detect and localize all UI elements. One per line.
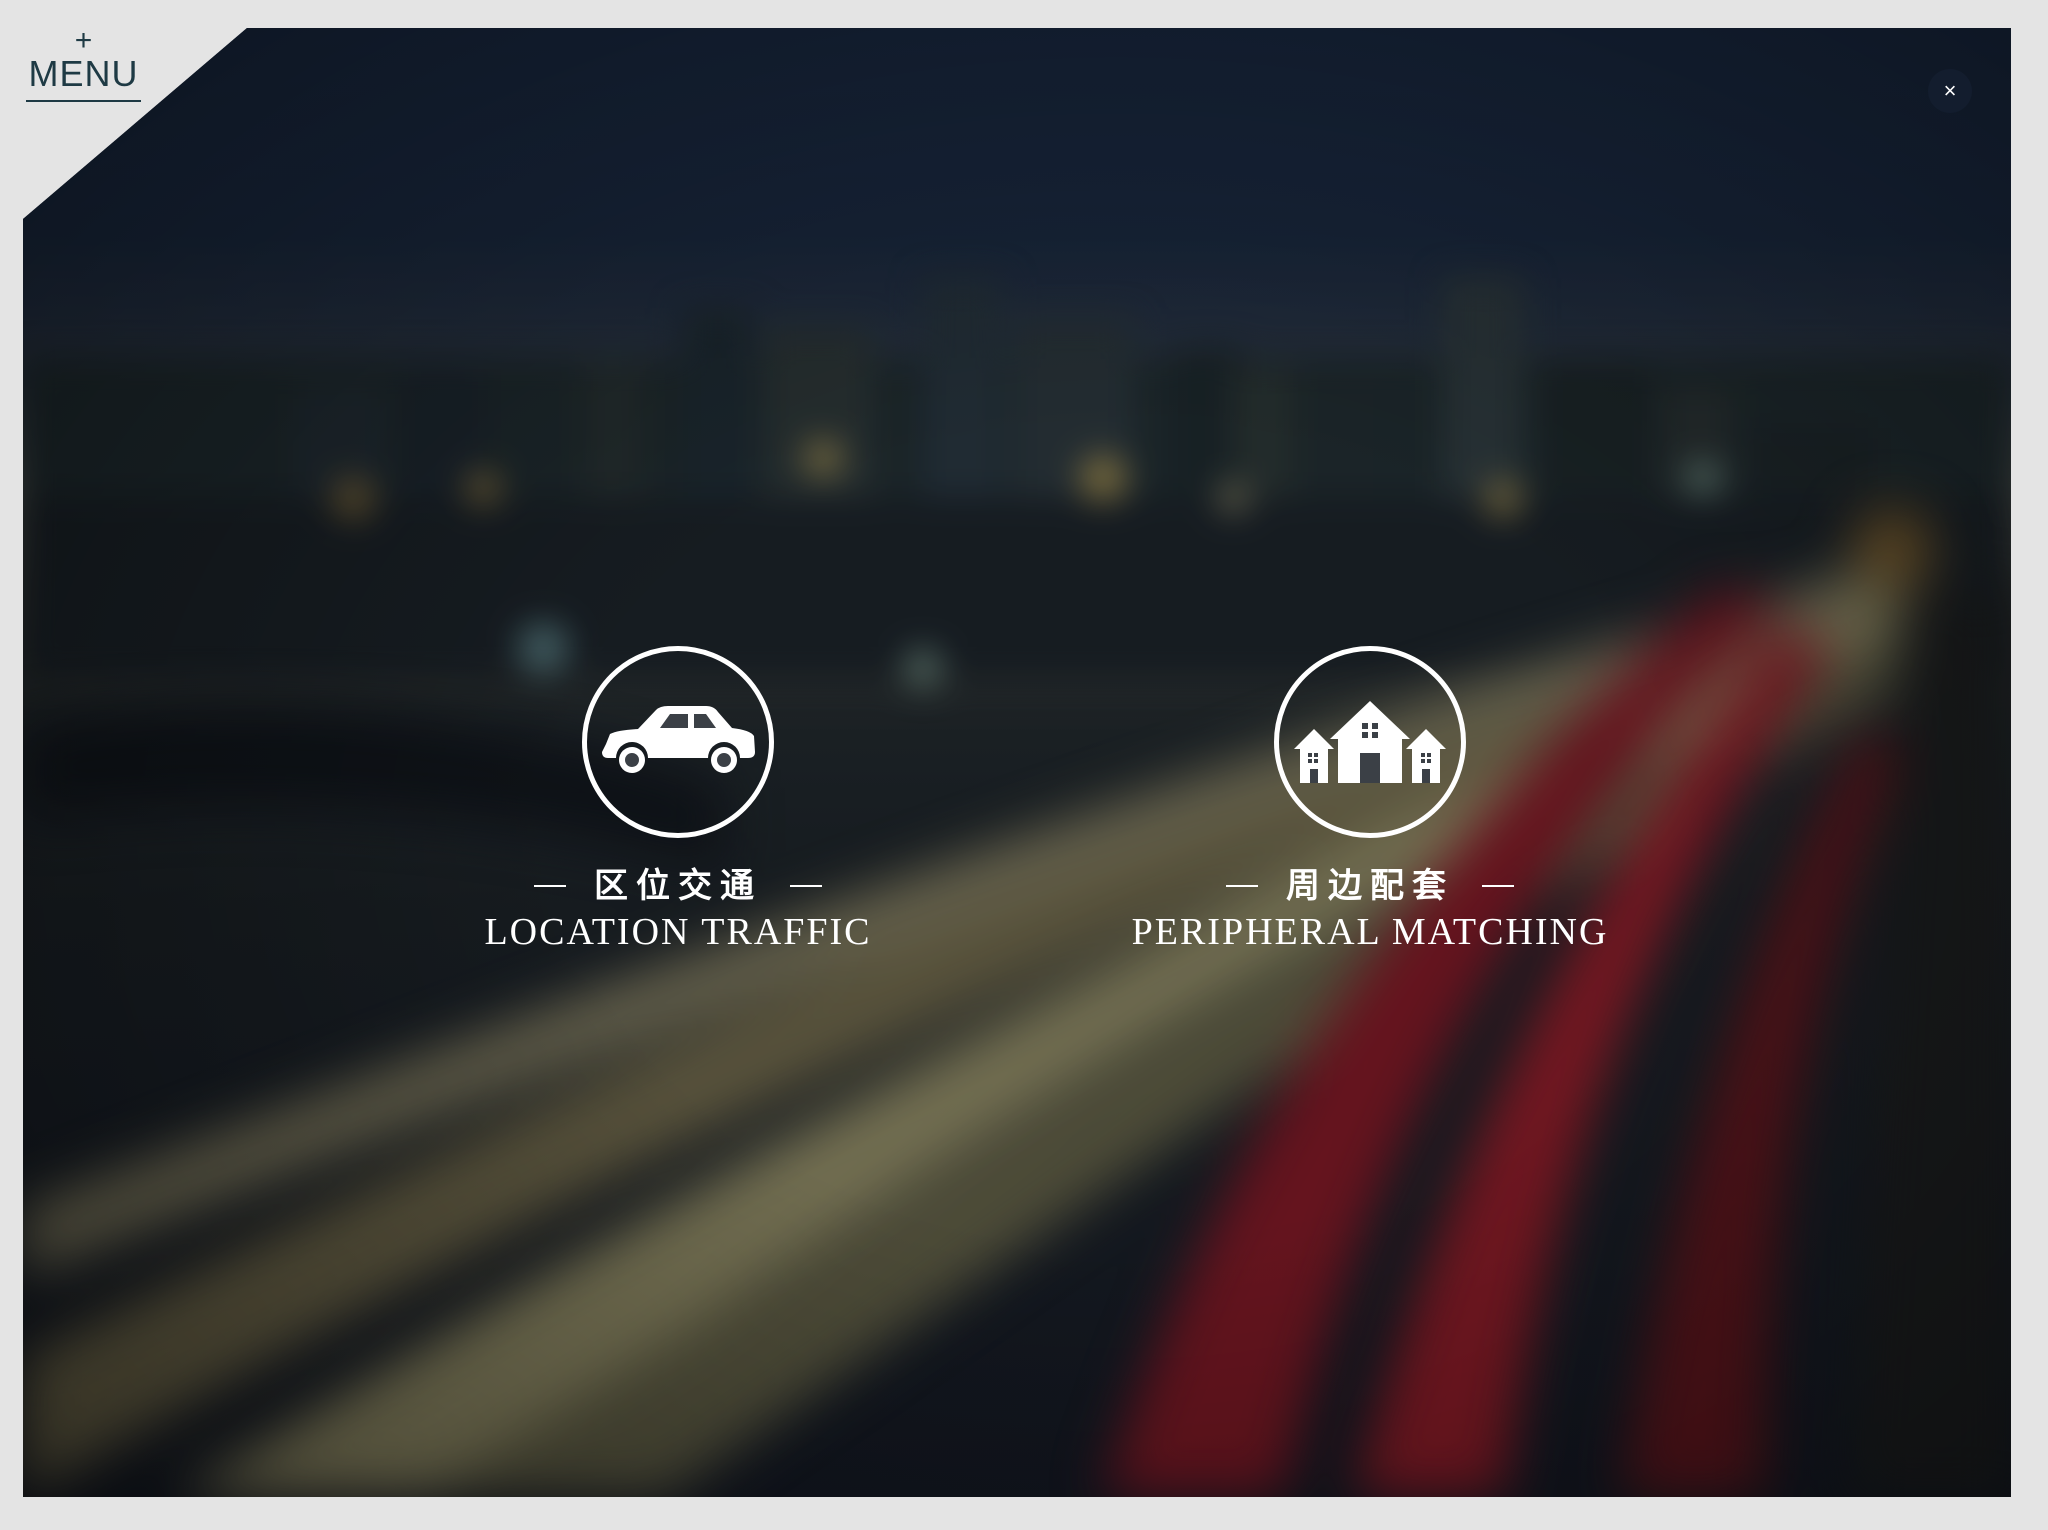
close-icon: × [1943, 78, 1957, 103]
car-icon [602, 706, 755, 773]
right-dash [1482, 885, 1514, 887]
plus-icon: + [74, 24, 93, 57]
right-dash [790, 885, 822, 887]
left-dash [534, 885, 566, 887]
close-button[interactable]: × [1928, 69, 1972, 113]
title-cn-row: 周边配套 [1120, 866, 1620, 906]
background-photo [23, 28, 2011, 1497]
title-cn: 周边配套 [1286, 866, 1454, 906]
menu-label: MENU [26, 56, 141, 102]
title-cn: 区位交通 [594, 866, 762, 906]
left-dash [1226, 885, 1258, 887]
menu-toggle[interactable]: + MENU [26, 26, 141, 102]
peripheral-matching-item[interactable]: 周边配套 PERIPHERAL MATCHING [1120, 646, 1620, 954]
houses-icon-ring [1274, 646, 1466, 838]
title-cn-row: 区位交通 [470, 866, 886, 906]
title-en: LOCATION TRAFFIC [484, 911, 872, 953]
title-en: PERIPHERAL MATCHING [1131, 911, 1609, 953]
houses-icon [1294, 701, 1446, 783]
page: + MENU × 区位交通 LOCATION TRAFFIC 周边配套 PERI… [0, 0, 2048, 1530]
location-traffic-item[interactable]: 区位交通 LOCATION TRAFFIC [470, 646, 886, 954]
car-icon-ring [582, 646, 774, 838]
background-vignette [23, 28, 2011, 1497]
